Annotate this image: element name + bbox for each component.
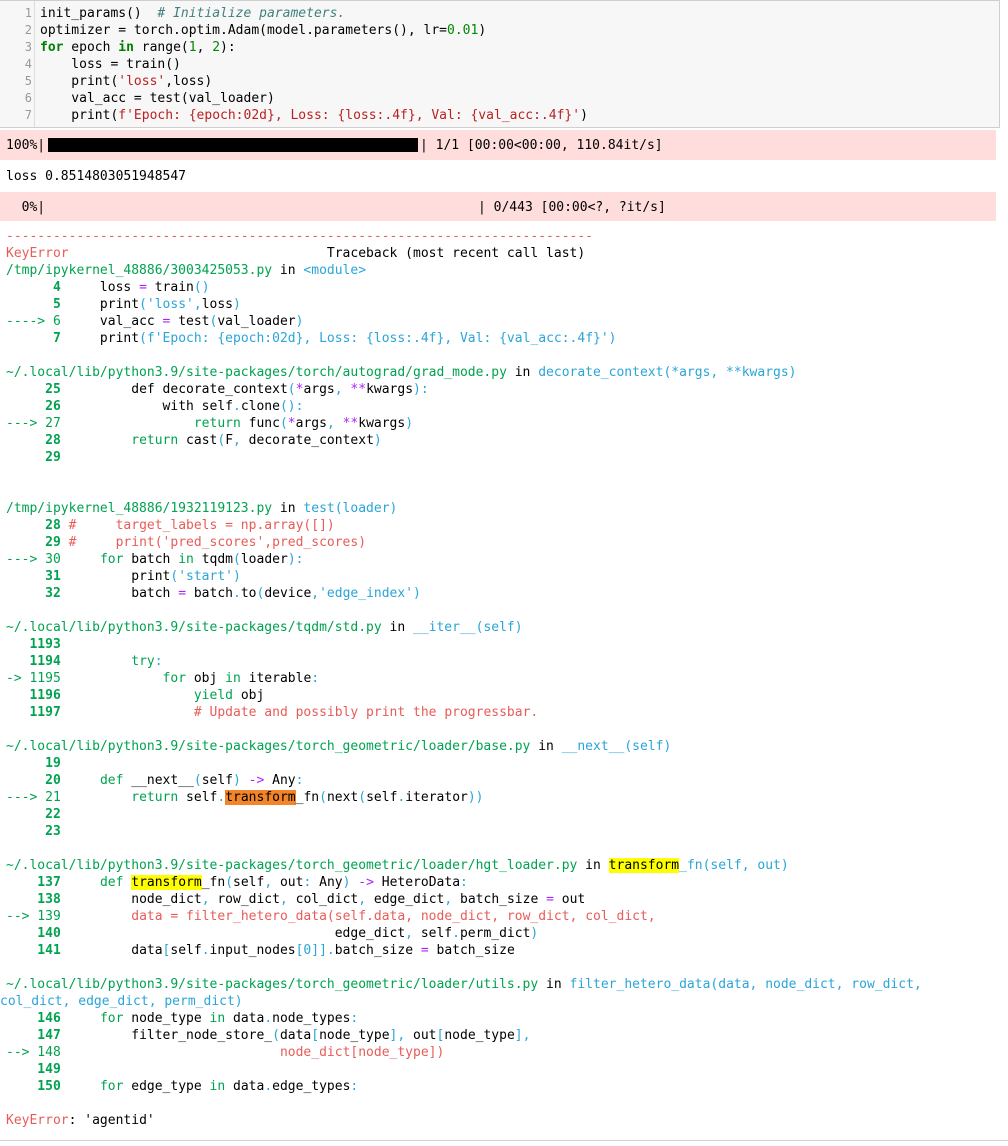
progress-output-2: 0%| | 0/443 [00:00<?, ?it/s]: [0, 192, 996, 221]
traceback-header: KeyError Traceback (most recent call las…: [6, 246, 586, 261]
progress-percent: 100%|: [6, 138, 46, 153]
traceback-line: 140 edge_dict, self.perm_dict): [6, 926, 539, 941]
traceback-line: 147 filter_node_store_(data[node_type], …: [6, 1028, 531, 1043]
traceback-line: 4 loss = train(): [6, 280, 210, 295]
traceback-line: 19: [6, 756, 69, 771]
traceback-line: 1196 yield obj: [6, 688, 265, 703]
line-number: 7: [24, 108, 32, 122]
gutter-divider: [34, 1, 35, 127]
traceback-line: 28 # target_labels = np.array([]): [6, 518, 335, 533]
line-number: 4: [24, 57, 32, 71]
code-line: print('loss',loss): [40, 74, 213, 89]
traceback-line: 32 batch = batch.to(device,'edge_index'): [6, 586, 421, 601]
traceback-location: ~/.local/lib/python3.9/site-packages/tor…: [6, 858, 789, 873]
code-line: val_acc = test(val_loader): [40, 91, 275, 106]
traceback-line: 1193: [6, 637, 69, 652]
code-line: optimizer = torch.optim.Adam(model.param…: [40, 23, 487, 38]
traceback-location: ~/.local/lib/python3.9/site-packages/tor…: [6, 365, 797, 380]
line-number: 1: [24, 6, 32, 20]
traceback-line: ---> 30 for batch in tqdm(loader):: [6, 552, 304, 567]
line-number: 2: [24, 23, 32, 37]
progress-percent: 0%|: [6, 200, 46, 215]
line-number: 3: [24, 40, 32, 54]
traceback-line: 23: [6, 824, 69, 839]
line-number: 5: [24, 74, 32, 88]
traceback-line: ---> 27 return func(*args, **kwargs): [6, 416, 414, 431]
traceback-line: 7 print(f'Epoch: {epoch:02d}, Loss: {los…: [6, 331, 617, 346]
code-line: print(f'Epoch: {epoch:02d}, Loss: {loss:…: [40, 108, 588, 123]
traceback-line: --> 148 node_dict[node_type]): [6, 1045, 445, 1060]
traceback-line: ---> 21 return self.transform_fn(next(se…: [6, 790, 484, 805]
traceback-line: 5 print('loss',loss): [6, 297, 241, 312]
traceback-line: 29: [6, 450, 69, 465]
traceback-line: 137 def transform_fn(self, out: Any) -> …: [6, 875, 468, 890]
traceback-line: -> 1195 for obj in iterable:: [6, 671, 320, 686]
traceback-location: ~/.local/lib/python3.9/site-packages/tor…: [6, 977, 922, 992]
code-editor[interactable]: init_params() # Initialize parameters. o…: [40, 5, 588, 124]
code-cell[interactable]: 1 2 3 4 5 6 7 init_params() # Initialize…: [0, 0, 1000, 128]
traceback-output: ----------------------------------------…: [0, 228, 922, 1129]
progress-output-1: 100%| | 1/1 [00:00<00:00, 110.84it/s]: [0, 130, 996, 160]
code-line: loss = train(): [40, 57, 181, 72]
traceback-line: 29 # print('pred_scores',pred_scores): [6, 535, 367, 550]
traceback-line: 25 def decorate_context(*args, **kwargs)…: [6, 382, 429, 397]
traceback-line: 150 for edge_type in data.edge_types:: [6, 1079, 359, 1094]
traceback-location: ~/.local/lib/python3.9/site-packages/tqd…: [6, 620, 523, 635]
stream-output: loss 0.8514803051948547: [6, 169, 187, 184]
traceback-line: 22: [6, 807, 69, 822]
traceback-line: 20 def __next__(self) -> Any:: [6, 773, 304, 788]
code-line: init_params() # Initialize parameters.: [40, 6, 346, 21]
traceback-location: /tmp/ipykernel_48886/3003425053.py in <m…: [6, 263, 367, 278]
traceback-separator: ----------------------------------------…: [6, 229, 593, 244]
traceback-location: ~/.local/lib/python3.9/site-packages/tor…: [6, 739, 672, 754]
line-number: 6: [24, 91, 32, 105]
traceback-line: 1194 try:: [6, 654, 163, 669]
traceback-line: 1197 # Update and possibly print the pro…: [6, 705, 539, 720]
progress-status: | 1/1 [00:00<00:00, 110.84it/s]: [420, 138, 663, 153]
traceback-line: 149: [6, 1062, 69, 1077]
traceback-line: 28 return cast(F, decorate_context): [6, 433, 382, 448]
traceback-location: /tmp/ipykernel_48886/1932119123.py in te…: [6, 501, 398, 516]
line-number-gutter: 1 2 3 4 5 6 7: [0, 5, 32, 124]
traceback-line: 146 for node_type in data.node_types:: [6, 1011, 359, 1026]
progress-bar-fill: [48, 138, 418, 152]
traceback-line: 138 node_dict, row_dict, col_dict, edge_…: [6, 892, 586, 907]
traceback-line: 141 data[self.input_nodes[0]].batch_size…: [6, 943, 515, 958]
traceback-final-error: KeyError: 'agentid': [6, 1113, 155, 1128]
progress-status: | 0/443 [00:00<?, ?it/s]: [478, 200, 666, 215]
traceback-location-cont: col_dict, edge_dict, perm_dict): [0, 994, 243, 1009]
traceback-line: 31 print('start'): [6, 569, 241, 584]
code-line: for epoch in range(1, 2):: [40, 40, 236, 55]
traceback-line: ----> 6 val_acc = test(val_loader): [6, 314, 304, 329]
cell-divider: [0, 1140, 1008, 1141]
traceback-line: --> 139 data = filter_hetero_data(self.d…: [6, 909, 656, 924]
traceback-line: 26 with self.clone():: [6, 399, 304, 414]
